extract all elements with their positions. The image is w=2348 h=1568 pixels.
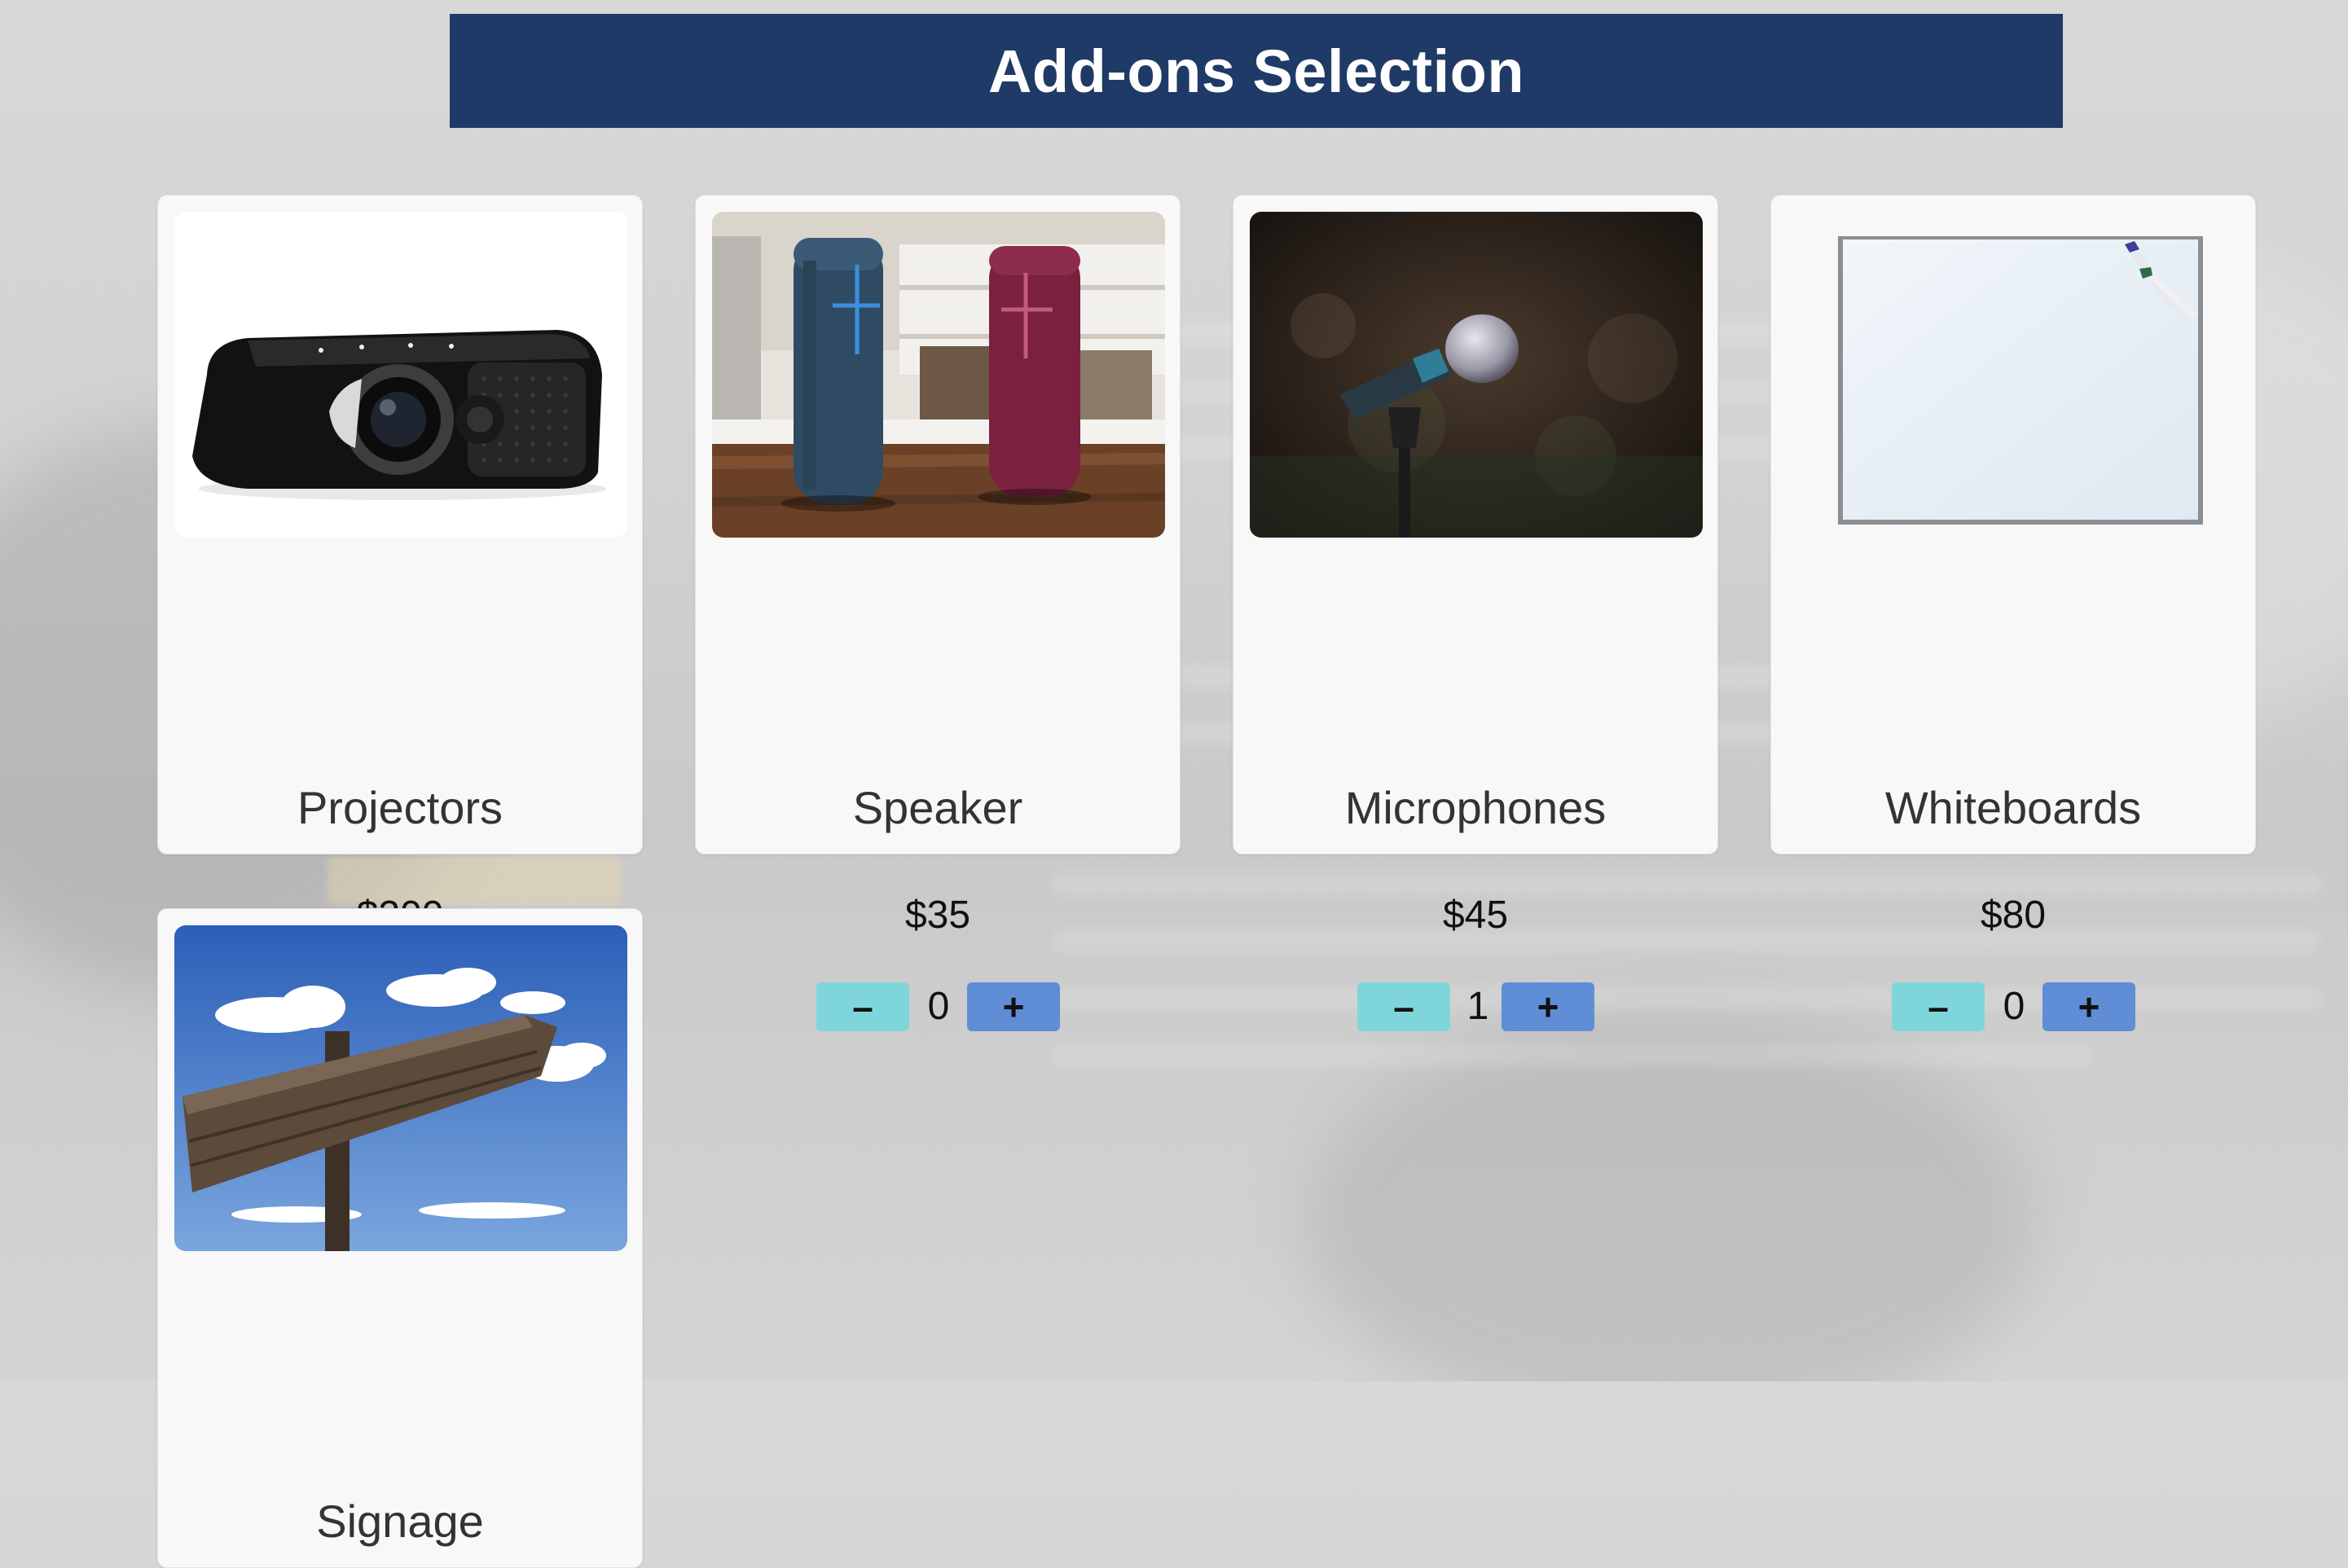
decrement-button[interactable]: – xyxy=(1357,982,1450,1031)
addon-name: Whiteboards xyxy=(1884,782,2142,833)
addon-card-projectors: Projectors $200 – 0 + xyxy=(157,195,643,1031)
decrement-button[interactable]: – xyxy=(1892,982,1985,1031)
speaker-image xyxy=(712,212,1165,538)
page-title: Add-ons Selection xyxy=(987,37,1525,105)
addon-card-speaker: Speaker $35 – 0 + xyxy=(695,195,1181,1031)
addon-name: Projectors xyxy=(297,782,503,833)
addon-card-whiteboards: Whiteboards $80 – 0 + xyxy=(1770,195,2256,1031)
increment-button[interactable]: + xyxy=(2042,982,2135,1031)
addon-card-signage: Signage xyxy=(157,908,643,1568)
quantity-stepper: – 1 + xyxy=(1233,982,1717,1031)
microphone-image xyxy=(1250,212,1703,538)
addon-card-microphones: Microphones $45 – 1 + xyxy=(1233,195,1718,1031)
addon-price: $45 xyxy=(1442,894,1509,937)
quantity-value: 1 xyxy=(1466,985,1489,1028)
addon-price: $35 xyxy=(904,894,971,937)
addon-name: Signage xyxy=(316,1496,484,1547)
increment-button[interactable]: + xyxy=(967,982,1060,1031)
addon-name: Speaker xyxy=(852,782,1023,833)
quantity-stepper: – 0 + xyxy=(1771,982,2255,1031)
whiteboard-image xyxy=(1787,212,2240,538)
addon-price: $80 xyxy=(1980,894,2047,937)
addon-name: Microphones xyxy=(1344,782,1607,833)
projector-image xyxy=(174,212,627,538)
signage-image xyxy=(174,925,627,1251)
decrement-button[interactable]: – xyxy=(816,982,909,1031)
quantity-stepper: – 0 + xyxy=(696,982,1180,1031)
quantity-value: 0 xyxy=(2003,985,2025,1028)
quantity-value: 0 xyxy=(927,985,950,1028)
page-header: Add-ons Selection xyxy=(450,14,2063,128)
increment-button[interactable]: + xyxy=(1502,982,1594,1031)
